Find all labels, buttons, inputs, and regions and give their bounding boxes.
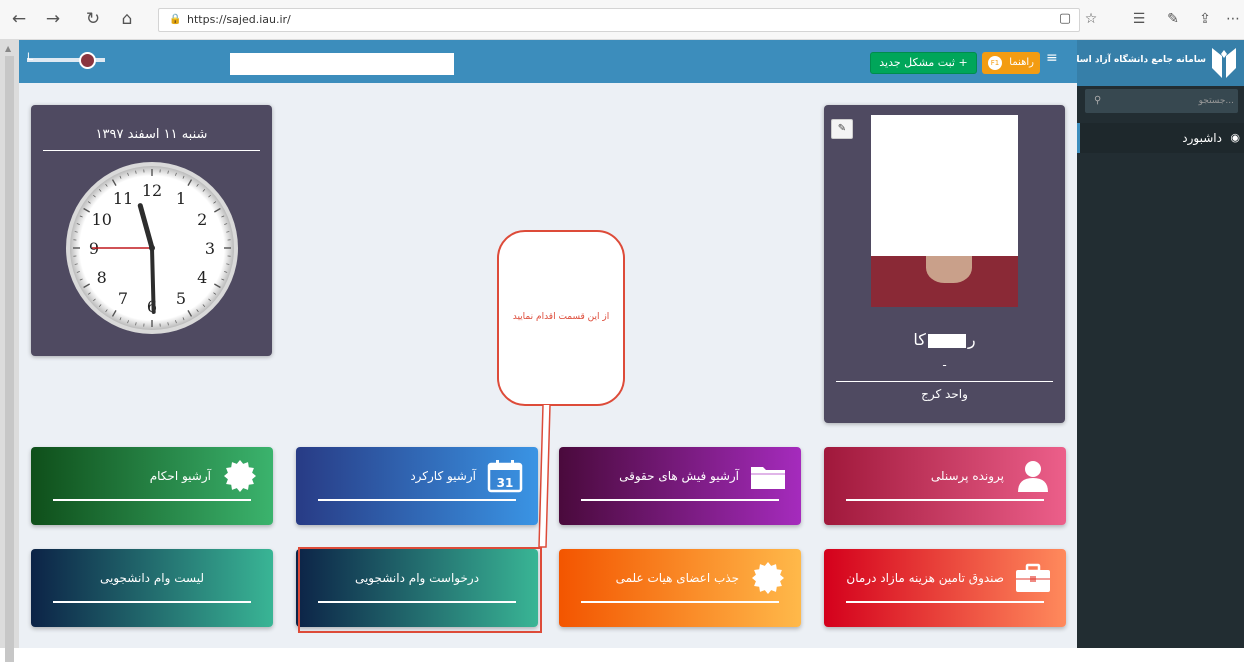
profile-unit: واحد کرج	[824, 387, 1065, 401]
sidebar-item-label: داشبورد	[1182, 131, 1222, 145]
folder-icon	[749, 459, 787, 493]
clock-numeral: 12	[142, 181, 162, 200]
tile-faculty-recruitment[interactable]: جذب اعضای هیات علمی	[559, 549, 801, 627]
certificate-icon	[221, 459, 259, 493]
brand-title: سامانه جامع دانشگاه آزاد اسلامی	[1058, 55, 1206, 65]
brand-header[interactable]: سامانه جامع دانشگاه آزاد اسلامی	[1077, 40, 1244, 86]
top-navbar: ـا ثبت مشکل جدید + F1 راهنما ≡	[19, 40, 1077, 83]
reading-view-icon[interactable]: ▢	[1054, 8, 1076, 30]
favorite-star-icon[interactable]: ☆	[1080, 8, 1102, 30]
search-icon[interactable]: ⚲	[1094, 89, 1101, 113]
dashboard-icon: ◉	[1230, 123, 1240, 153]
pen-icon[interactable]: ✎	[1162, 8, 1184, 30]
tile-medical-fund[interactable]: صندوق تامین هزینه مازاد درمان	[824, 549, 1066, 627]
dashboard-content: ✎ ر کا - واحد کرج شنبه ۱۱ اسفند ۱۳۹۷ 12	[19, 83, 1077, 648]
refresh-icon[interactable]: ↻	[82, 8, 104, 30]
profile-photo	[871, 115, 1018, 307]
profile-subtitle: -	[824, 358, 1065, 372]
tile-work-archive[interactable]: 31 آرشیو کارکرد	[296, 447, 538, 525]
profile-name-suffix: کا	[913, 330, 926, 349]
tile-decrees-archive[interactable]: آرشیو احکام	[31, 447, 273, 525]
user-icon	[1014, 459, 1052, 493]
scroll-thumb[interactable]	[5, 56, 14, 662]
help-label: راهنما	[1009, 57, 1034, 68]
briefcase-icon	[1014, 561, 1052, 595]
clock-numeral: 4	[197, 268, 207, 287]
user-name: ـا	[27, 52, 33, 63]
help-badge: F1	[988, 56, 1002, 70]
forward-icon[interactable]: →	[42, 8, 64, 30]
tile-label: آرشیو کارکرد	[410, 469, 476, 483]
sidebar-search-placeholder: جستجو...	[1199, 96, 1234, 106]
more-icon[interactable]: ⋯	[1222, 8, 1244, 30]
sidebar: سامانه جامع دانشگاه آزاد اسلامی ⚲ جستجو.…	[1077, 40, 1244, 648]
scroll-up-icon[interactable]: ▲	[5, 44, 11, 53]
clock-numeral: 10	[92, 210, 112, 229]
tile-label: آرشیو فیش های حقوقی	[619, 469, 739, 483]
menu-toggle-icon[interactable]: ≡	[1046, 50, 1058, 66]
clock-card: شنبه ۱۱ اسفند ۱۳۹۷ 123456789101112	[31, 105, 272, 356]
tile-label: جذب اعضای هیات علمی	[616, 571, 739, 585]
clock-numeral: 8	[97, 268, 107, 287]
calendar-day: 31	[497, 476, 514, 490]
avatar[interactable]	[79, 52, 96, 69]
callout-text: از این قسمت اقدام نمایید	[499, 312, 623, 322]
clock-numeral: 11	[113, 189, 133, 208]
divider	[43, 150, 260, 151]
divider	[836, 381, 1053, 382]
sidebar-item-dashboard[interactable]: ◉ داشبورد	[1077, 123, 1244, 153]
clock-minute-hand	[152, 248, 154, 312]
instruction-callout: از این قسمت اقدام نمایید	[497, 230, 625, 406]
redacted-box	[230, 53, 454, 75]
tile-label: پرونده پرسنلی	[931, 469, 1004, 483]
profile-card: ✎ ر کا - واحد کرج	[824, 105, 1065, 423]
analog-clock: 123456789101112	[65, 161, 239, 335]
address-bar[interactable]: 🔒 https://sajed.iau.ir/	[158, 8, 1080, 32]
clock-numeral: 5	[176, 289, 186, 308]
clock-numeral: 3	[205, 239, 215, 258]
user-menu[interactable]: ـا	[27, 50, 105, 70]
edit-icon: ✎	[838, 123, 846, 134]
back-icon[interactable]: ←	[8, 8, 30, 30]
clock-numeral: 7	[118, 289, 128, 308]
help-button[interactable]: F1 راهنما	[982, 52, 1040, 74]
page-scrollbar[interactable]: ▲	[0, 40, 19, 648]
new-issue-button[interactable]: ثبت مشکل جدید +	[870, 52, 977, 74]
tile-label: آرشیو احکام	[150, 469, 211, 483]
profile-name: ر کا	[824, 330, 1065, 349]
tile-personnel-file[interactable]: پرونده پرسنلی	[824, 447, 1066, 525]
clock-date: شنبه ۱۱ اسفند ۱۳۹۷	[31, 127, 272, 142]
tile-label: لیست وام دانشجویی	[31, 571, 273, 585]
share-icon[interactable]: ⇪	[1194, 8, 1216, 30]
tile-student-loan-list[interactable]: لیست وام دانشجویی	[31, 549, 273, 627]
tile-payslip-archive[interactable]: آرشیو فیش های حقوقی	[559, 447, 801, 525]
edit-profile-button[interactable]: ✎	[831, 119, 853, 139]
calendar-icon: 31	[486, 459, 524, 493]
profile-name-prefix: ر	[968, 330, 976, 349]
tile-label: صندوق تامین هزینه مازاد درمان	[846, 571, 1004, 585]
certificate-icon	[749, 561, 787, 595]
favorites-list-icon[interactable]: ☰	[1128, 8, 1150, 30]
clock-numeral: 2	[197, 210, 207, 229]
highlight-frame	[298, 547, 542, 633]
home-icon[interactable]: ⌂	[116, 8, 138, 30]
sidebar-search-input[interactable]: ⚲ جستجو...	[1085, 89, 1238, 113]
clock-numeral: 1	[176, 189, 186, 208]
university-logo-icon	[1210, 46, 1238, 80]
lock-icon: 🔒	[169, 9, 181, 31]
address-url: https://sajed.iau.ir/	[187, 13, 291, 26]
browser-toolbar: ← → ↻ ⌂ 🔒 https://sajed.iau.ir/ ▢ ☆ ☰ ✎ …	[0, 0, 1244, 40]
